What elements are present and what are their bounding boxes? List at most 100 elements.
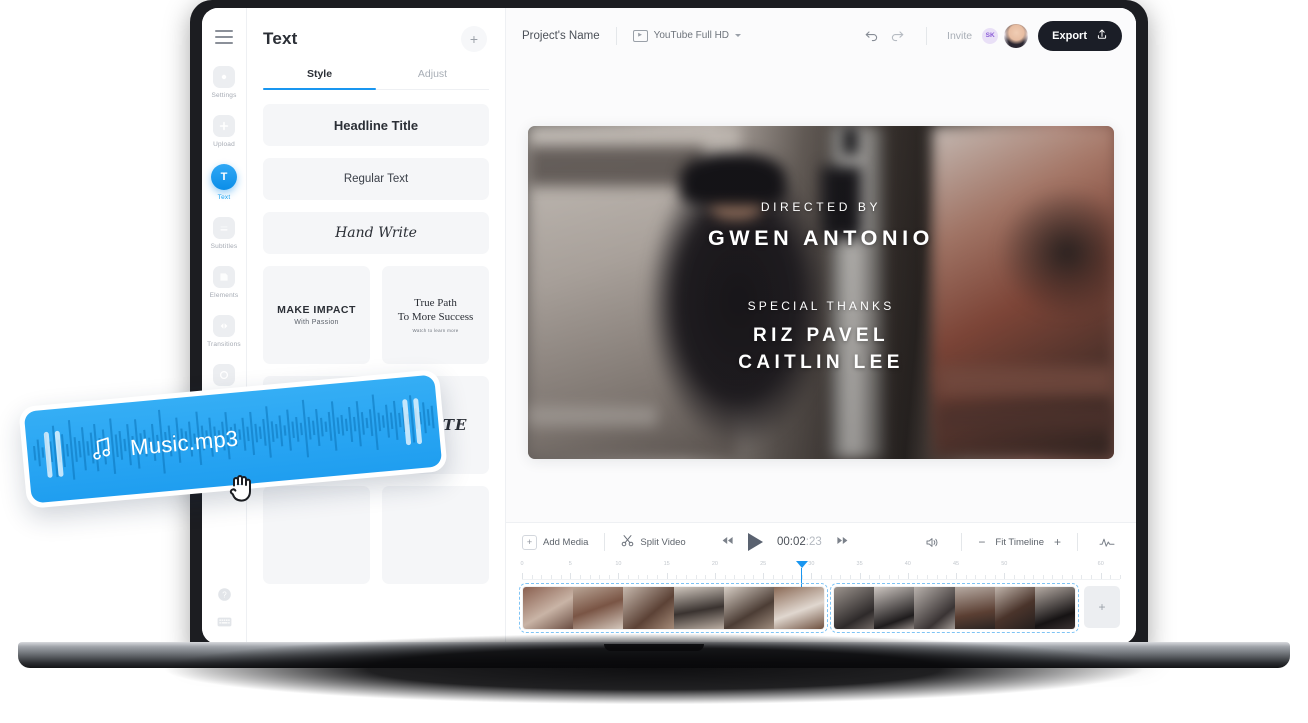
main-area: Project's Name ▶ YouTube Full HD Invite … <box>506 8 1136 644</box>
sidebar-item-label: Upload <box>213 141 235 148</box>
zoom-in-button[interactable]: + <box>1054 535 1061 549</box>
ruler-tick-minor <box>946 575 948 579</box>
sidebar-item-label: Elements <box>209 292 239 299</box>
credit-director-name: GWEN ANTONIO <box>707 226 934 250</box>
split-video-button[interactable]: Split Video <box>621 534 686 550</box>
avatar-initials-badge[interactable]: SK <box>982 27 999 44</box>
sidebar-item-text[interactable]: T Text <box>202 164 246 201</box>
subtitles-icon <box>213 217 235 239</box>
help-circle-icon[interactable]: ? <box>216 586 232 602</box>
split-video-label: Split Video <box>640 536 686 548</box>
undo-arrow-icon[interactable] <box>858 23 884 49</box>
audio-waveform-icon[interactable] <box>1094 529 1120 555</box>
playhead-handle[interactable] <box>795 561 808 568</box>
video-format-icon: ▶ <box>632 29 648 42</box>
ruler-tick-minor <box>531 575 533 579</box>
ruler-tick-label: 10 <box>615 561 622 567</box>
aspect-ratio-selector[interactable]: ▶ YouTube Full HD <box>632 29 742 42</box>
ruler-tick-minor <box>589 575 591 579</box>
sidebar-item-elements[interactable]: Elements <box>202 266 246 299</box>
project-name[interactable]: Project's Name <box>522 30 600 42</box>
text-T-icon: T <box>211 164 237 190</box>
style-card-handwrite[interactable]: Hand Write <box>263 212 489 254</box>
laptop-base-notch <box>604 644 704 651</box>
style-card-headline[interactable]: Headline Title <box>263 104 489 146</box>
divider <box>615 26 617 45</box>
ruler-tick-minor <box>1062 575 1064 579</box>
ruler-tick-major <box>570 573 572 579</box>
volume-icon[interactable] <box>919 529 945 555</box>
ruler-tick-label: 60 <box>1097 561 1104 567</box>
skip-forward-icon[interactable] <box>836 533 849 551</box>
left-nav-rail: Settings Upload T Text Subtitles Element… <box>202 8 247 644</box>
ruler-tick-minor <box>1120 575 1121 579</box>
keyboard-icon[interactable] <box>216 614 232 630</box>
credit-directed-by-label: DIRECTED BY <box>760 200 882 214</box>
ruler-tick-label: 30 <box>808 561 815 567</box>
ruler-tick-minor <box>657 575 659 579</box>
ruler-tick-minor <box>560 575 562 579</box>
add-clip-button[interactable]: + <box>1084 586 1120 628</box>
zoom-out-button[interactable]: − <box>978 535 985 549</box>
sidebar-item-more[interactable] <box>202 364 246 386</box>
ruler-tick-minor <box>579 575 581 579</box>
sidebar-item-settings[interactable]: Settings <box>202 66 246 99</box>
divider <box>604 533 606 551</box>
style-card-make-impact[interactable]: MAKE IMPACT With Passion <box>263 266 370 364</box>
timeline-tracks: + <box>518 583 1120 634</box>
invite-button[interactable]: Invite <box>947 30 972 42</box>
hamburger-icon[interactable] <box>215 30 233 44</box>
tab-adjust[interactable]: Adjust <box>376 62 489 89</box>
add-text-button[interactable]: + <box>461 26 487 52</box>
play-icon[interactable] <box>747 533 763 551</box>
ruler-tick-minor <box>1052 575 1054 579</box>
video-preview[interactable]: DIRECTED BY GWEN ANTONIO SPECIAL THANKS … <box>528 126 1114 459</box>
ruler-tick-minor <box>550 575 552 579</box>
ruler-tick-label: 0 <box>520 561 524 567</box>
sidebar-item-label: Settings <box>211 92 237 99</box>
credit-thanks-name-1: RIZ PAVEL <box>752 325 889 346</box>
ruler-tick-minor <box>1042 575 1044 579</box>
scissors-icon <box>621 534 634 550</box>
fit-timeline-label[interactable]: Fit Timeline <box>995 537 1044 548</box>
redo-arrow-icon[interactable] <box>884 23 910 49</box>
music-note-icon <box>88 434 118 468</box>
ruler-tick-minor <box>753 575 755 579</box>
video-editor-app: Settings Upload T Text Subtitles Element… <box>202 8 1136 644</box>
tab-style[interactable]: Style <box>263 62 376 90</box>
style-card-regular[interactable]: Regular Text <box>263 158 489 200</box>
sidebar-item-transitions[interactable]: Transitions <box>202 315 246 348</box>
export-button[interactable]: Export <box>1038 20 1122 51</box>
ruler-tick-minor <box>685 575 687 579</box>
timeline-ruler[interactable]: 0 5 10 15 20 25 30 35 40 45 50 60 <box>520 561 1121 613</box>
ruler-tick-minor <box>927 575 929 579</box>
credits-text-overlay: DIRECTED BY GWEN ANTONIO SPECIAL THANKS … <box>528 126 1114 459</box>
ruler-tick-minor <box>1013 575 1015 579</box>
sidebar-item-subtitles[interactable]: Subtitles <box>202 217 246 250</box>
ruler-tick-major <box>763 573 765 579</box>
text-panel: Text + Style Adjust Headline Title Regul… <box>247 8 506 644</box>
skip-back-icon[interactable] <box>721 533 734 551</box>
timecode: 00:02:23 <box>777 536 822 548</box>
export-label: Export <box>1052 29 1087 42</box>
style-card-extra-2[interactable] <box>382 486 489 584</box>
top-toolbar-right: Invite SK Export <box>858 20 1122 51</box>
ruler-tick-major <box>956 573 958 579</box>
avatar[interactable] <box>1004 23 1029 48</box>
add-media-button[interactable]: + Add Media <box>522 534 588 550</box>
timeline-clip[interactable] <box>830 583 1079 633</box>
style-card-extra-1[interactable] <box>263 486 370 584</box>
upload-share-icon <box>1096 28 1108 43</box>
ruler-tick-minor <box>917 575 919 579</box>
sidebar-item-upload[interactable]: Upload <box>202 115 246 148</box>
style-card-title: MAKE IMPACT <box>277 304 356 316</box>
timeline-clip[interactable] <box>518 583 829 633</box>
ruler-tick-minor <box>898 575 900 579</box>
ruler-tick-minor <box>994 575 996 579</box>
ruler-tick-minor <box>772 575 774 579</box>
credit-special-thanks-label: SPECIAL THANKS <box>747 299 895 313</box>
aspect-ratio-label: YouTube Full HD <box>653 30 730 41</box>
ruler-tick-minor <box>734 575 736 579</box>
timeline-zoom-controls: − Fit Timeline + <box>978 535 1061 549</box>
style-card-true-path[interactable]: True Path To More Success Watch to learn … <box>382 266 489 364</box>
